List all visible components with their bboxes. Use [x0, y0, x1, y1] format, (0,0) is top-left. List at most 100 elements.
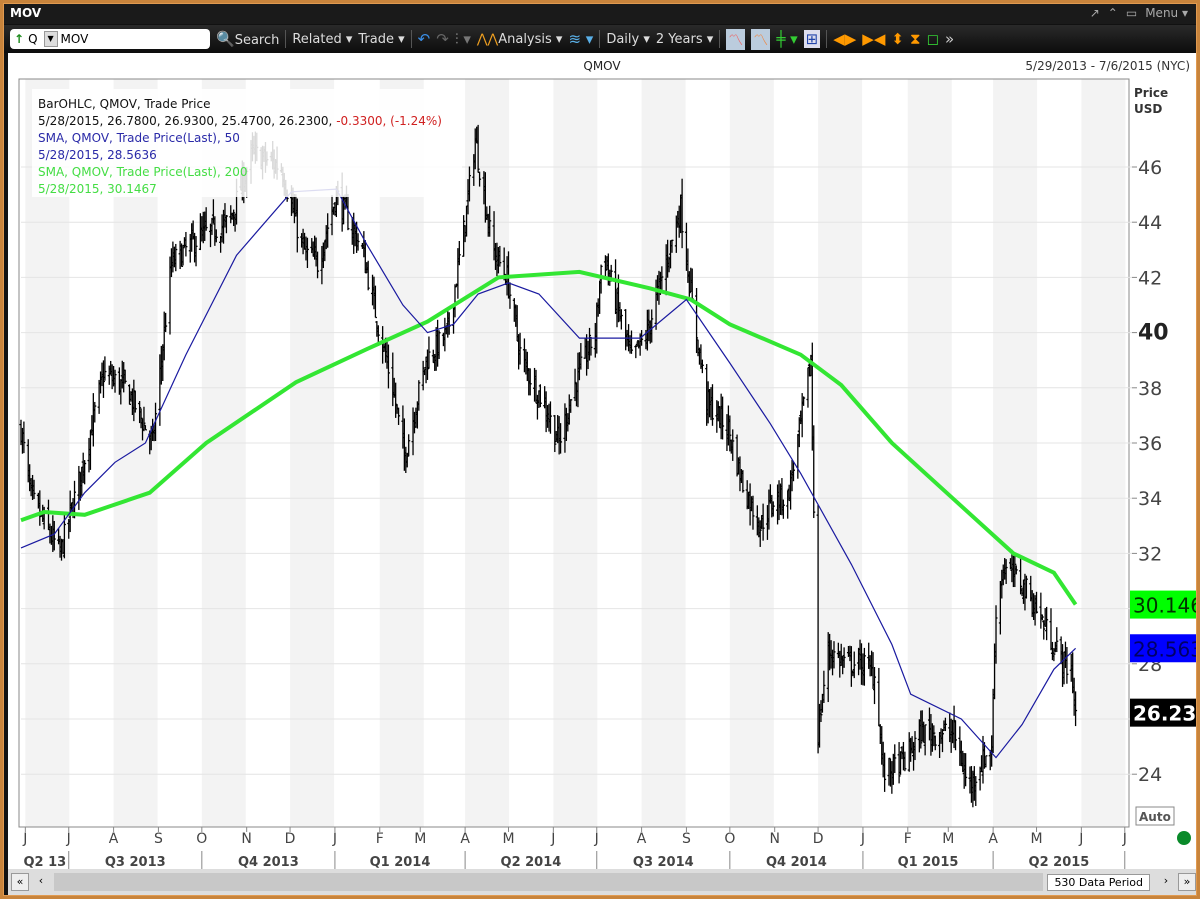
legend-ohlc: 5/28/2015, 26.7800, 26.9300, 25.4700, 26…: [38, 114, 442, 128]
expand-horizontal-icon[interactable]: ◀▶: [833, 30, 856, 48]
scroll-bar: « ‹ 530 Data Period › »: [8, 869, 1196, 895]
search-button[interactable]: 🔍Search: [216, 30, 279, 48]
last-price-tag-label: 26.23: [1133, 702, 1196, 726]
symbol-input[interactable]: [57, 32, 178, 46]
crosshair-icon[interactable]: ╪ ▾: [776, 30, 797, 48]
y-tick-label: 32: [1138, 543, 1162, 565]
menu-label: Menu: [1145, 6, 1179, 20]
month-band: [641, 79, 686, 827]
related-menu[interactable]: Related ▾: [292, 32, 352, 47]
legend-sma50-value: 5/28/2015, 28.5636: [38, 148, 157, 162]
month-label: D: [285, 831, 296, 847]
search-label: Search: [234, 33, 280, 48]
select-icon[interactable]: ◻: [926, 30, 938, 48]
month-band: [465, 79, 510, 827]
quarter-label: Q3 2013: [105, 855, 166, 869]
ohlc-bar: [1055, 627, 1059, 653]
month-label: A: [460, 831, 470, 847]
month-label: D: [813, 831, 824, 847]
studies-icon[interactable]: ≋ ▾: [568, 30, 593, 48]
symbol-prefix: Q: [28, 32, 38, 46]
month-label: J: [66, 831, 71, 847]
divider: [410, 30, 412, 48]
month-label: J: [332, 831, 337, 847]
span-select[interactable]: 2 Years ▾: [656, 32, 713, 47]
scroll-end-button[interactable]: »: [1178, 873, 1196, 891]
status-indicator: [1177, 831, 1191, 845]
month-band: [993, 79, 1038, 827]
scroll-left-button[interactable]: ‹: [32, 873, 50, 891]
month-label: A: [988, 831, 998, 847]
month-label: J: [22, 831, 27, 847]
undo-icon[interactable]: ↶: [418, 30, 431, 48]
compress-horizontal-icon[interactable]: ▶◀: [862, 30, 885, 48]
y-tick-label: 46: [1138, 157, 1162, 179]
sma50-value-tag-label: 28.563: [1133, 637, 1196, 661]
quarter-label: Q4 2014: [766, 855, 827, 869]
interval-select[interactable]: Daily ▾: [606, 32, 650, 47]
y-tick-label: 36: [1138, 433, 1162, 455]
ohlc-bar: [812, 425, 816, 519]
y-tick-label: 42: [1138, 267, 1162, 289]
compare-chart-icon[interactable]: 〽: [751, 28, 771, 50]
expand-vertical-icon[interactable]: ⬍: [891, 30, 904, 48]
analysis-menu[interactable]: ⋀⋀Analysis ▾: [477, 32, 563, 47]
quarter-label: Q1 2014: [370, 855, 431, 869]
month-label: M: [942, 831, 954, 847]
symbol-box: ↑ Q ▼: [10, 29, 210, 49]
scroll-track[interactable]: [54, 873, 1044, 891]
ohlc-bar: [877, 667, 881, 727]
date-range: 5/29/2013 - 7/6/2015 (NYC): [1025, 59, 1190, 73]
price-chart[interactable]: BarOHLC, QMOV, Trade Price 5/28/2015, 26…: [8, 53, 1200, 870]
legend-sma200-value: 5/28/2015, 30.1467: [38, 182, 157, 196]
title-bar: MOV ↗ ⌃ ▭ Menu ▾: [4, 4, 1196, 24]
month-label: A: [109, 831, 119, 847]
quarter-label: Q4 2013: [238, 855, 299, 869]
search-icon: 🔍: [216, 30, 235, 48]
data-period-button[interactable]: 530 Data Period: [1047, 873, 1150, 891]
zoom-box-icon[interactable]: ⊞: [803, 30, 821, 48]
up-arrow-icon: ↑: [14, 32, 25, 46]
ohlc-bar: [634, 345, 638, 359]
redo-icon[interactable]: ↷: [436, 30, 449, 48]
axis-title-usd: USD: [1134, 102, 1162, 116]
month-band: [1081, 79, 1126, 827]
y-tick-label: 34: [1138, 488, 1162, 510]
trade-label: Trade: [358, 31, 394, 47]
divider: [719, 30, 721, 48]
window-title: MOV: [10, 6, 42, 20]
month-label: J: [1078, 831, 1083, 847]
scroll-right-button[interactable]: ›: [1157, 873, 1175, 891]
legend-bar: BarOHLC, QMOV, Trade Price: [38, 97, 211, 111]
popout-icon[interactable]: ↗: [1090, 6, 1100, 20]
trade-menu[interactable]: Trade ▾: [358, 32, 404, 47]
auto-scale-label: Auto: [1139, 810, 1171, 824]
prefix-dropdown[interactable]: ▼: [43, 31, 58, 47]
month-label: O: [724, 831, 735, 847]
month-label: F: [904, 831, 912, 847]
y-tick-label: 40: [1138, 321, 1169, 346]
more-icon[interactable]: »: [945, 30, 954, 48]
compress-vertical-icon[interactable]: ⧗: [910, 30, 921, 48]
y-tick-label: 24: [1138, 764, 1162, 786]
month-label: J: [550, 831, 555, 847]
menu-button[interactable]: Menu ▾: [1145, 6, 1188, 20]
divider: [599, 30, 601, 48]
month-label: J: [1122, 831, 1127, 847]
line-chart-icon[interactable]: 〽: [726, 28, 746, 50]
quarter-label: Q3 2014: [633, 855, 694, 869]
axis-title-price: Price: [1134, 86, 1168, 100]
bar-style-icon[interactable]: ⫶ ▾: [455, 30, 471, 48]
month-label: S: [682, 831, 691, 847]
month-label: M: [1030, 831, 1042, 847]
month-label: F: [376, 831, 384, 847]
span-label: 2 Years: [655, 31, 703, 47]
quarter-label: Q2 13: [24, 855, 67, 869]
scroll-start-button[interactable]: «: [11, 873, 29, 891]
maximize-icon[interactable]: ▭: [1126, 6, 1137, 20]
chart-title: QMOV: [583, 59, 621, 73]
quarter-label: Q2 2014: [501, 855, 562, 869]
collapse-icon[interactable]: ⌃: [1108, 6, 1118, 20]
month-label: N: [241, 831, 251, 847]
month-band: [818, 79, 863, 827]
